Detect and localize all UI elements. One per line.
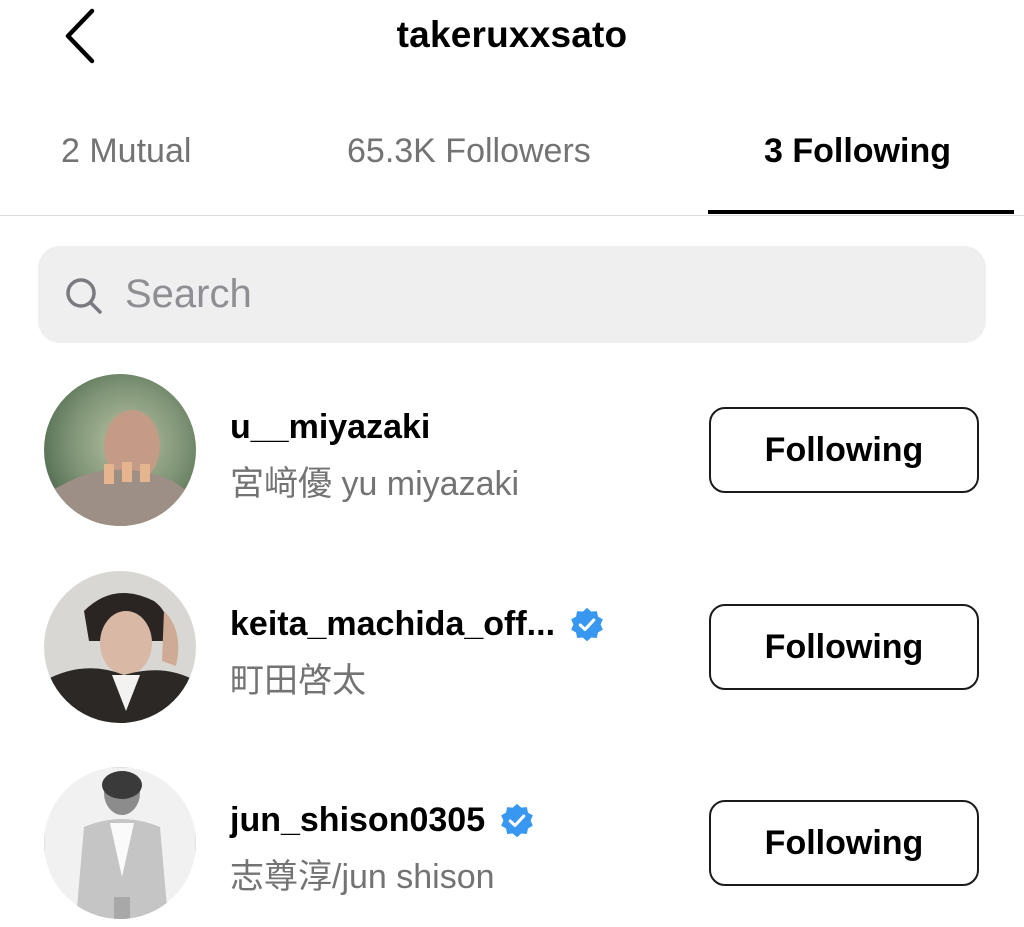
tab-mutual[interactable]: 2 Mutual [61,132,191,171]
tab-following[interactable]: 3 Following [764,132,951,171]
search-bar[interactable] [38,246,986,343]
verified-badge-icon [501,803,533,837]
username-row: u__miyazaki [230,408,430,447]
username[interactable]: jun_shison0305 [230,801,485,840]
username-row: jun_shison0305 [230,801,535,840]
tab-bar: 2 Mutual 65.3K Followers 3 Following [0,110,1024,216]
verified-badge-icon [571,607,603,641]
full-name: 町田啓太 [230,662,366,700]
search-icon [66,278,102,314]
avatar[interactable] [44,767,196,919]
page-title: takeruxxsato [396,14,628,55]
following-button[interactable]: Following [709,604,979,690]
list-item[interactable]: keita_machida_off... 町田啓太 Following [0,569,1024,729]
username-row: keita_machida_off... [230,605,605,644]
list-item[interactable]: u__miyazaki 宮﨑優 yu miyazaki Following [0,372,1024,532]
search-input[interactable] [125,272,925,317]
top-bar: takeruxxsato [0,0,1024,80]
following-button[interactable]: Following [709,407,979,493]
tab-followers[interactable]: 65.3K Followers [347,132,591,171]
list-item[interactable]: jun_shison0305 志尊淳/jun shison Following [0,765,1024,925]
username[interactable]: u__miyazaki [230,408,430,447]
avatar[interactable] [44,571,196,723]
username[interactable]: keita_machida_off... [230,605,555,644]
full-name: 志尊淳/jun shison [230,858,495,896]
avatar[interactable] [44,374,196,526]
active-tab-indicator [708,210,1014,214]
following-button[interactable]: Following [709,800,979,886]
full-name: 宮﨑優 yu miyazaki [230,465,520,503]
